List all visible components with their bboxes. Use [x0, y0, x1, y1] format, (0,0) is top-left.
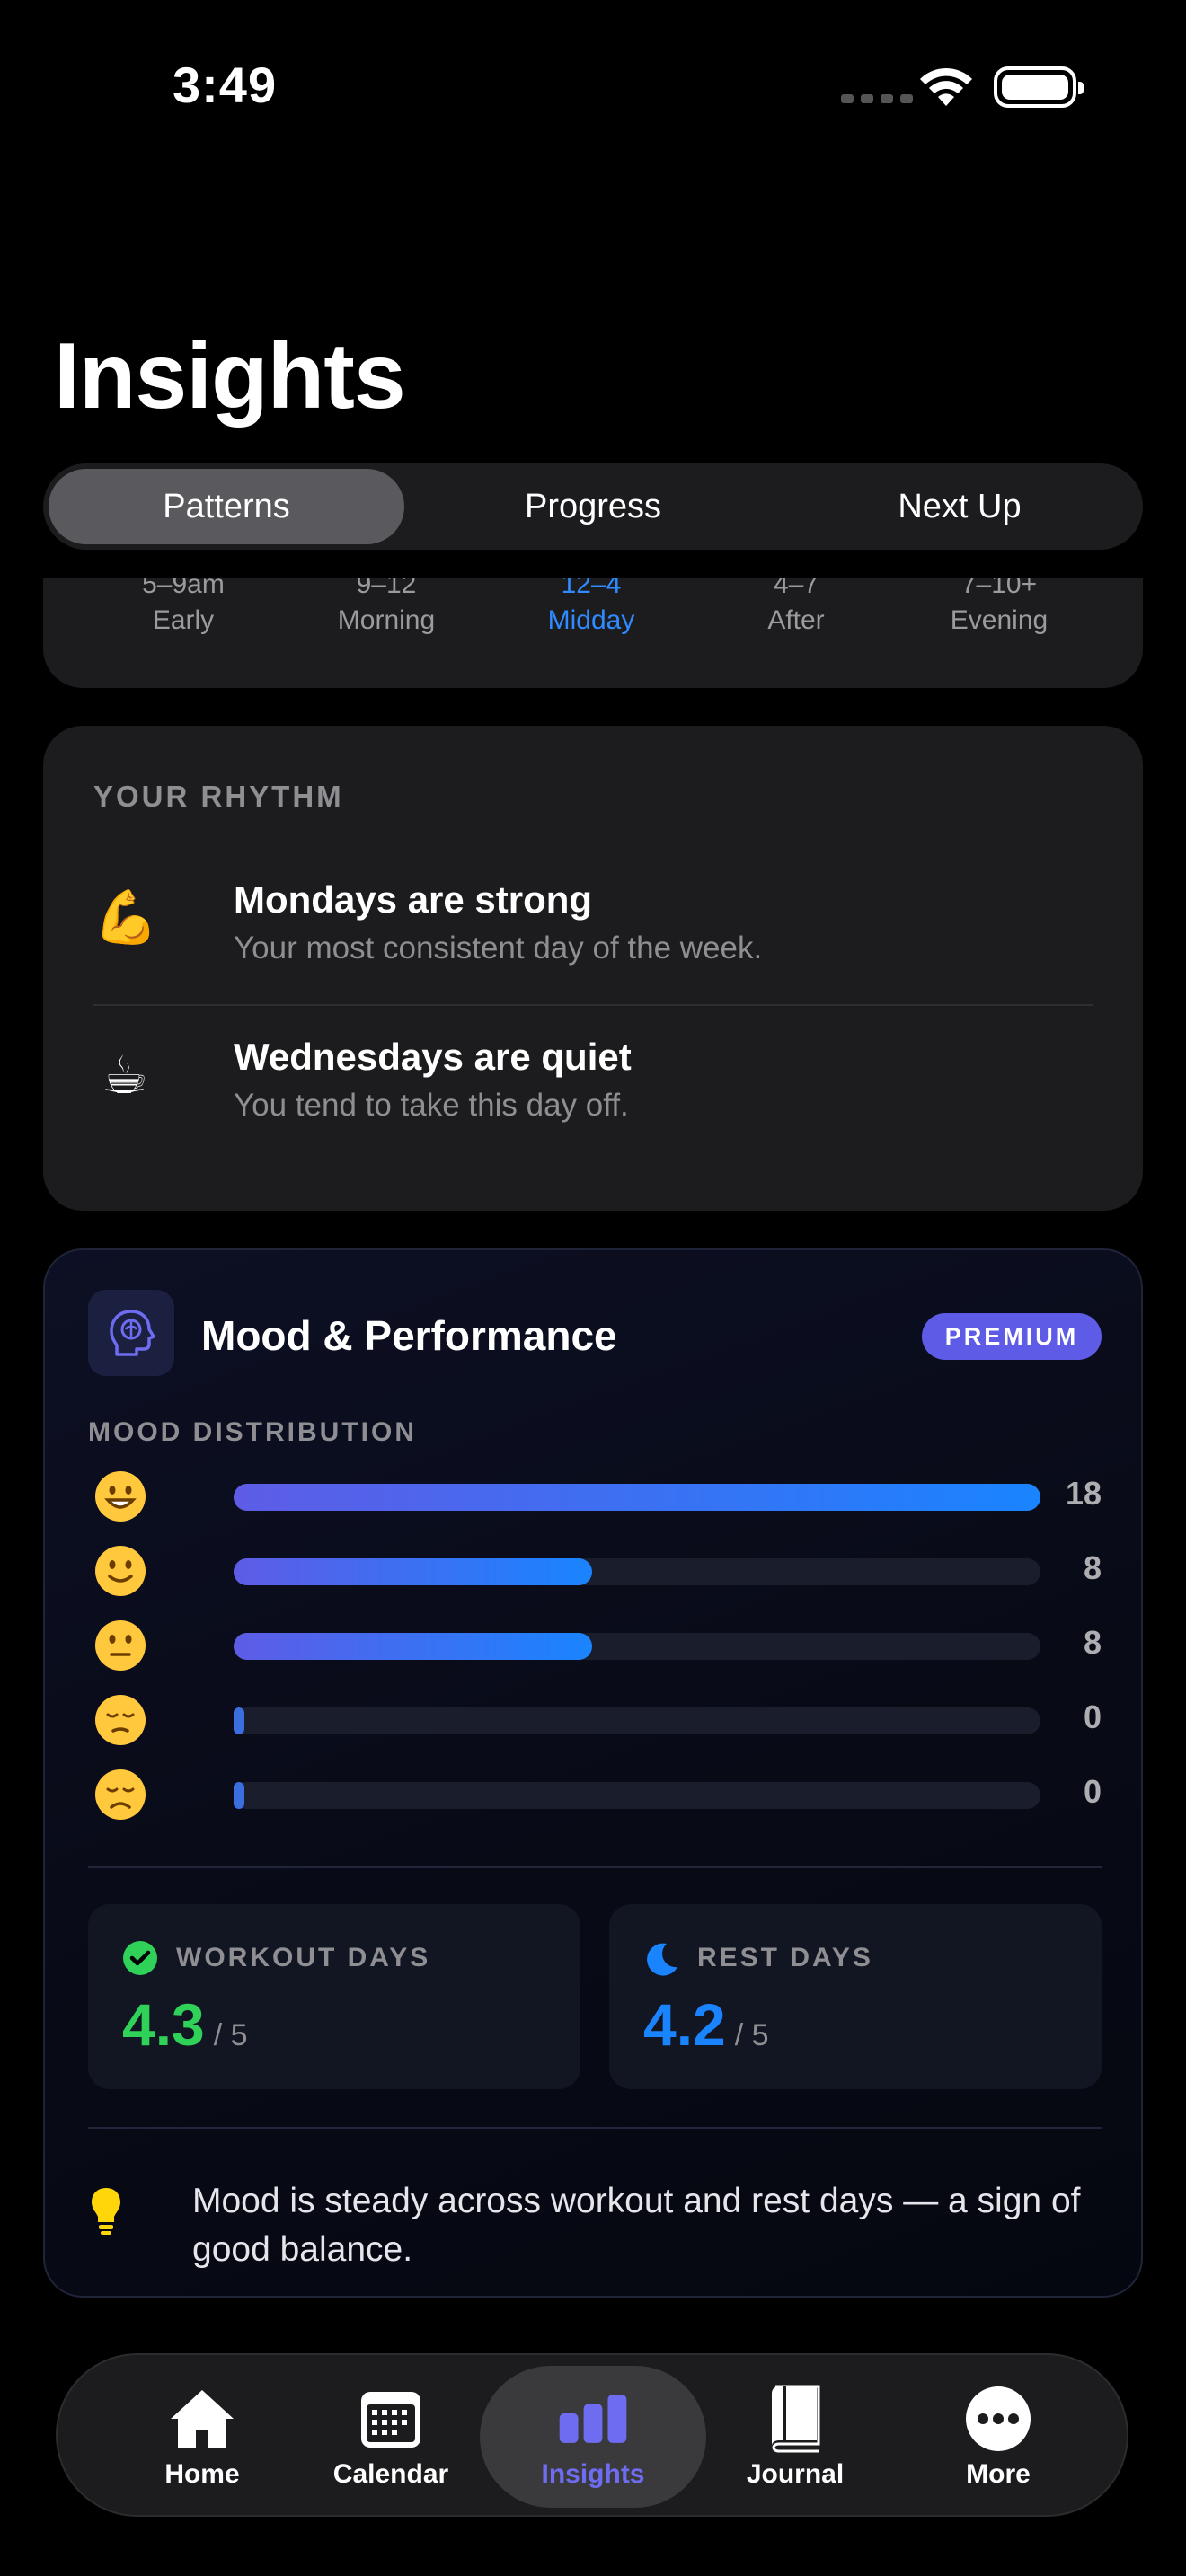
page-title: Insights	[54, 324, 406, 428]
battery-icon	[994, 66, 1084, 108]
pensive-face-icon	[95, 1695, 146, 1745]
lightbulb-icon	[92, 2188, 120, 2235]
rhythm-card: YOUR RHYTHM 💪 Mondays are strong Your mo…	[43, 726, 1143, 1211]
moon-icon	[647, 1943, 677, 1976]
tab-home[interactable]: Home	[129, 2355, 275, 2519]
rhythm-item-subtitle: Your most consistent day of the week.	[234, 931, 763, 966]
tab-label: Calendar	[332, 2459, 449, 2489]
calendar-icon	[356, 2384, 426, 2454]
tab-bar: Home Calendar Insights Journal More	[56, 2353, 1128, 2517]
insight-tip-text: Mood is steady across workout and rest d…	[192, 2182, 1081, 2269]
mood-bar-track	[234, 1782, 1040, 1809]
card-title: Mood & Performance	[201, 1312, 617, 1359]
mood-row: 18	[88, 1466, 1102, 1529]
time-slot-range: 4–7	[773, 578, 819, 599]
mood-row: 0	[88, 1764, 1102, 1827]
mood-row: 8	[88, 1540, 1102, 1603]
tab-next-up[interactable]: Next Up	[782, 469, 1137, 544]
ellipsis-icon	[963, 2384, 1033, 2454]
wifi-icon	[920, 67, 972, 106]
rest-days-denominator: / 5	[734, 2018, 769, 2052]
flexed-biceps-icon: 💪	[93, 888, 159, 947]
workout-days-label: WORKOUT DAYS	[176, 1943, 431, 1972]
workout-days-stat: WORKOUT DAYS 4.3/ 5	[88, 1904, 580, 2089]
tab-progress[interactable]: Progress	[404, 469, 782, 544]
divider	[93, 1004, 1093, 1006]
time-slot-label: Midday	[547, 605, 635, 635]
rest-days-value: 4.2	[643, 1991, 726, 2058]
time-slot-range: 12–4	[561, 578, 622, 599]
rhythm-item-title: Wednesdays are quiet	[234, 1036, 632, 1078]
time-slot-range: 5–9am	[142, 578, 225, 599]
mood-bar	[234, 1558, 592, 1585]
mood-count: 0	[1083, 1698, 1102, 1735]
house-icon	[167, 2384, 237, 2454]
time-slot-after[interactable]: 4–7 After	[688, 578, 904, 636]
time-slot-morning[interactable]: 9–12 Morning	[279, 578, 494, 636]
segmented-control: Patterns Progress Next Up	[43, 463, 1143, 550]
coffee-icon: ☕	[102, 1046, 148, 1105]
mood-count: 0	[1083, 1773, 1102, 1810]
mood-bar	[234, 1707, 244, 1734]
rest-days-stat: REST DAYS 4.2/ 5	[609, 1904, 1102, 2089]
tab-label: Insights	[541, 2459, 645, 2489]
mood-distribution-label: MOOD DISTRIBUTION	[88, 1417, 417, 1447]
time-slot-early[interactable]: 5–9am Early	[75, 578, 291, 636]
tab-label: Journal	[746, 2459, 845, 2489]
time-slot-label: Morning	[337, 605, 436, 635]
time-slot-label: After	[767, 605, 825, 635]
tab-calendar[interactable]: Calendar	[318, 2355, 464, 2519]
tab-more[interactable]: More	[925, 2355, 1071, 2519]
time-slot-label: Early	[152, 605, 215, 635]
cellular-signal-icon	[841, 94, 913, 103]
mood-row: 8	[88, 1615, 1102, 1678]
mood-bar	[234, 1484, 1040, 1511]
book-icon	[760, 2384, 830, 2454]
mood-bar-track	[234, 1484, 1040, 1511]
time-slot-midday[interactable]: 12–4 Midday	[483, 578, 699, 636]
mood-row: 0	[88, 1689, 1102, 1752]
neutral-face-icon	[95, 1620, 146, 1671]
brain-head-icon	[88, 1290, 174, 1376]
tab-insights[interactable]: Insights	[516, 2355, 670, 2519]
time-slot-range: 9–12	[356, 578, 417, 599]
tab-label: More	[966, 2459, 1031, 2489]
rhythm-item-subtitle: You tend to take this day off.	[234, 1088, 629, 1123]
time-slot-range: 7–10+	[960, 578, 1038, 599]
mood-performance-card: Mood & Performance PREMIUM MOOD DISTRIBU…	[43, 1248, 1143, 2298]
mood-bar	[234, 1782, 244, 1809]
time-slot-evening[interactable]: 7–10+ Evening	[891, 578, 1107, 636]
rhythm-item: 💪 Mondays are strong Your most consisten…	[93, 878, 1093, 1004]
mood-bar-track	[234, 1707, 1040, 1734]
mood-bar-track	[234, 1558, 1040, 1585]
grinning-face-icon	[95, 1471, 146, 1522]
rhythm-section-label: YOUR RHYTHM	[93, 780, 344, 813]
status-time: 3:49	[173, 57, 278, 113]
workout-days-denominator: / 5	[213, 2018, 248, 2052]
time-of-day-card: 5–9am Early 9–12 Morning 12–4 Midday 4–7…	[43, 578, 1143, 688]
divider	[88, 1866, 1102, 1868]
mood-count: 18	[1065, 1475, 1102, 1512]
workout-days-value: 4.3	[122, 1991, 205, 2058]
mood-count: 8	[1083, 1624, 1102, 1661]
time-slot-label: Evening	[950, 605, 1049, 635]
tab-journal[interactable]: Journal	[722, 2355, 868, 2519]
tab-label: Home	[164, 2459, 240, 2489]
mood-bar	[234, 1633, 592, 1660]
mood-count: 8	[1083, 1549, 1102, 1586]
tab-patterns[interactable]: Patterns	[49, 469, 404, 544]
premium-badge: PREMIUM	[922, 1313, 1102, 1360]
disappointed-face-icon	[95, 1769, 146, 1820]
rhythm-item: ☕ Wednesdays are quiet You tend to take …	[93, 1036, 1093, 1161]
smiling-face-icon	[95, 1546, 146, 1596]
checkmark-circle-icon	[123, 1941, 157, 1975]
mood-bar-track	[234, 1633, 1040, 1660]
rest-days-label: REST DAYS	[697, 1943, 873, 1972]
rhythm-item-title: Mondays are strong	[234, 878, 593, 921]
divider	[88, 2127, 1102, 2129]
chart-bar-icon	[558, 2384, 628, 2454]
